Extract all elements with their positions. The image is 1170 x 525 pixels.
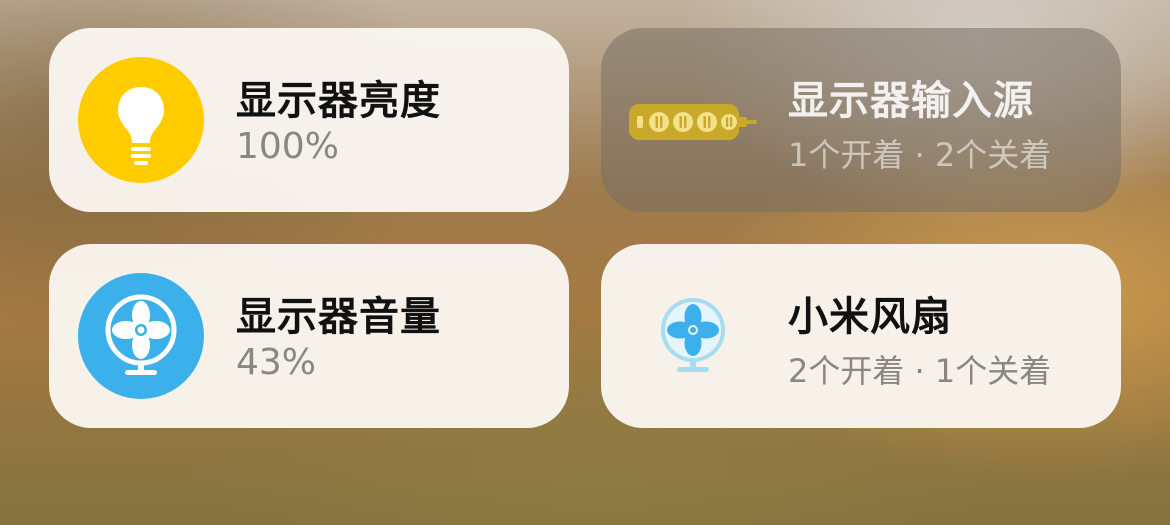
accessory-name: 显示器亮度 (236, 78, 441, 124)
accessory-status: 2个开着 · 1个关着 (788, 352, 1052, 390)
lightbulb-icon[interactable] (78, 57, 204, 183)
accessory-status: 100% (236, 126, 339, 167)
accessory-tile-display-brightness[interactable]: 显示器亮度 100% (49, 28, 569, 212)
accessory-tile-display-volume[interactable]: 显示器音量 43% (49, 244, 569, 428)
accessory-name: 显示器输入源 (788, 78, 1034, 124)
accessory-tile-xiaomi-fan[interactable]: 小米风扇 2个开着 · 1个关着 (601, 244, 1121, 428)
power-strip-icon[interactable] (629, 64, 757, 176)
accessory-status: 43% (236, 342, 317, 383)
fan-icon[interactable] (629, 280, 757, 392)
accessory-tile-display-input-source[interactable]: 显示器输入源 1个开着 · 2个关着 (601, 28, 1121, 212)
accessory-status: 1个开着 · 2个关着 (788, 136, 1052, 174)
accessory-name: 显示器音量 (236, 294, 441, 340)
fan-icon[interactable] (78, 273, 204, 399)
accessory-name: 小米风扇 (788, 294, 952, 340)
